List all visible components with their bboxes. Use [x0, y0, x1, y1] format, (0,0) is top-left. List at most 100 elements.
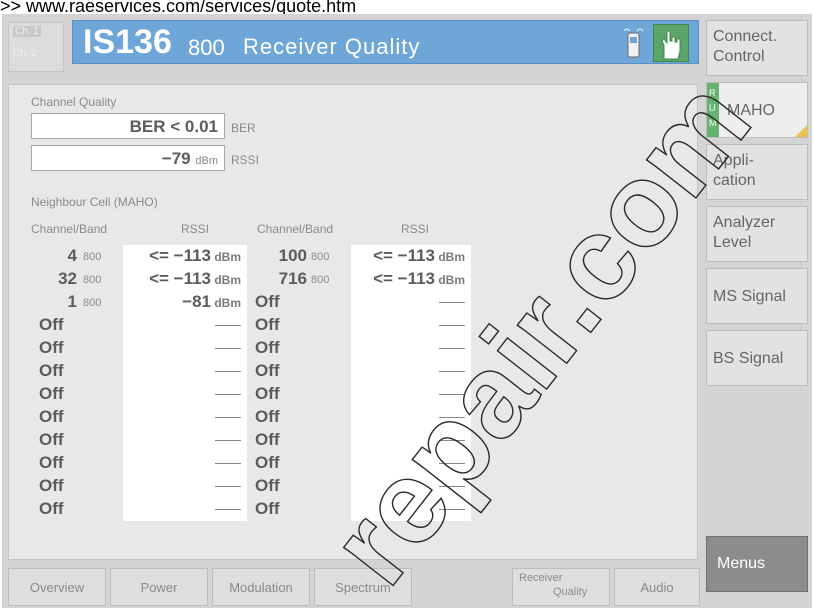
- table-cell: <= −113 dBm: [351, 268, 471, 291]
- neighbour-cell-label: Neighbour Cell (MAHO): [31, 195, 158, 209]
- table-cell: −81 dBm: [123, 291, 247, 314]
- table-column: 800 100 800 716 Off Off Off Off Off Off Off Off Off O…: [247, 245, 351, 521]
- table-cell: Off: [31, 337, 123, 360]
- no-value-dash: [439, 371, 465, 372]
- table-cell: Off: [31, 360, 123, 383]
- band-value: 800: [83, 297, 102, 309]
- channel-value: Off: [39, 430, 64, 449]
- rssi-value: −81 dBm: [182, 292, 241, 312]
- maho-label: MAHO: [727, 102, 775, 119]
- no-value-dash: [439, 302, 465, 303]
- no-value-dash: [215, 417, 241, 418]
- table-cell: Off: [247, 360, 351, 383]
- rssi-label: RSSI: [231, 153, 260, 167]
- table-cell: <= −113 dBm: [123, 268, 247, 291]
- table-cell: [351, 337, 471, 360]
- table-cell: [123, 314, 247, 337]
- channel-value: Off: [255, 384, 280, 403]
- table-cell: [123, 406, 247, 429]
- channel-value: Off: [255, 476, 280, 495]
- table-cell: [351, 314, 471, 337]
- table-cell: [123, 498, 247, 521]
- tab-receiver-quality[interactable]: Receiver Quality: [512, 568, 610, 606]
- table-column: <= −113 dBm <= −113 dBm: [351, 245, 471, 521]
- table-cell: [351, 406, 471, 429]
- table-cell: 800 100: [247, 245, 351, 268]
- analyzer-level-button[interactable]: Analyzer Level: [706, 206, 808, 262]
- no-value-dash: [439, 394, 465, 395]
- application-label-1: Appli-: [713, 152, 754, 169]
- table-cell: 800 4: [31, 245, 123, 268]
- tab-power[interactable]: Power: [110, 568, 208, 606]
- rssi-value: <= −113 dBm: [149, 246, 241, 266]
- table-cell: Off: [31, 452, 123, 475]
- no-value-dash: [439, 417, 465, 418]
- table-cell: [351, 360, 471, 383]
- table-cell: [351, 452, 471, 475]
- channel-value: Off: [39, 338, 64, 357]
- connect-control-button[interactable]: Connect. Control: [706, 20, 808, 76]
- table-column: 800 4 800 32 800 1 Off Off Off Off Off Off Off Off Off: [31, 245, 123, 521]
- tab-audio[interactable]: Audio: [614, 568, 700, 606]
- no-value-dash: [215, 348, 241, 349]
- channel-selector[interactable]: Ch. 1 Ch. 2: [8, 22, 64, 72]
- table-cell: Off: [31, 406, 123, 429]
- menus-button[interactable]: Menus: [706, 536, 808, 592]
- tab-modulation[interactable]: Modulation: [212, 568, 310, 606]
- table-cell: [351, 498, 471, 521]
- channel-2-label: Ch. 2: [13, 48, 37, 59]
- rum-u: U: [709, 103, 716, 113]
- table-cell: 800 1: [31, 291, 123, 314]
- bs-signal-button[interactable]: BS Signal: [706, 330, 808, 386]
- rssi-number: −81: [182, 292, 211, 311]
- table-cell: Off: [247, 429, 351, 452]
- channel-value: Off: [255, 315, 280, 334]
- col-header-channel-band-2: Channel/Band: [257, 222, 334, 236]
- channel-value: Off: [255, 453, 280, 472]
- ms-signal-button[interactable]: MS Signal: [706, 268, 808, 324]
- tab-overview[interactable]: Overview: [8, 568, 106, 606]
- channel-value: Off: [255, 292, 280, 311]
- no-value-dash: [215, 486, 241, 487]
- tab-spectrum[interactable]: Spectrum: [314, 568, 412, 606]
- band-value: 800: [83, 251, 102, 263]
- application-button[interactable]: Appli- cation: [706, 144, 808, 200]
- channel-value: Off: [39, 499, 64, 518]
- table-cell: 800 716: [247, 268, 351, 291]
- no-value-dash: [439, 440, 465, 441]
- table-cell: [123, 337, 247, 360]
- rssi-value: <= −113 dBm: [149, 269, 241, 289]
- table-cell: 800 32: [31, 268, 123, 291]
- rssi-number: <= −113: [373, 246, 435, 265]
- rum-r: R: [709, 88, 716, 98]
- connect-control-label-2: Control: [713, 48, 765, 65]
- table-cell: Off: [247, 475, 351, 498]
- table-cell: [123, 452, 247, 475]
- no-value-dash: [439, 486, 465, 487]
- mobile-phone-icon: [623, 28, 644, 58]
- band-value: 800: [83, 274, 102, 286]
- rssi-value: <= −113 dBm: [373, 246, 465, 266]
- table-cell: <= −113 dBm: [351, 245, 471, 268]
- channel-value: Off: [39, 384, 64, 403]
- table-cell: Off: [247, 291, 351, 314]
- tab-receiver-quality-label-2: Quality: [553, 586, 588, 598]
- maho-button[interactable]: R U M MAHO: [706, 82, 808, 138]
- submenu-indicator-icon: [795, 125, 807, 137]
- table-cell: Off: [247, 452, 351, 475]
- rssi-unit: dBm: [435, 273, 465, 287]
- analyzer-level-label-1: Analyzer: [713, 214, 776, 231]
- rssi-number: <= −113: [149, 246, 211, 265]
- table-cell: [123, 475, 247, 498]
- channel-value: 1: [67, 292, 77, 311]
- connect-control-label-1: Connect.: [713, 28, 778, 45]
- table-cell: <= −113 dBm: [123, 245, 247, 268]
- rssi-number: <= −113: [149, 269, 211, 288]
- no-value-dash: [215, 463, 241, 464]
- channel-value: Off: [255, 407, 280, 426]
- table-column: <= −113 dBm <= −113 dBm −81 dBm: [123, 245, 247, 521]
- table-cell: Off: [247, 314, 351, 337]
- channel-value: Off: [39, 361, 64, 380]
- channel-quality-label: Channel Quality: [31, 95, 117, 109]
- rssi-unit: dBm: [195, 155, 218, 167]
